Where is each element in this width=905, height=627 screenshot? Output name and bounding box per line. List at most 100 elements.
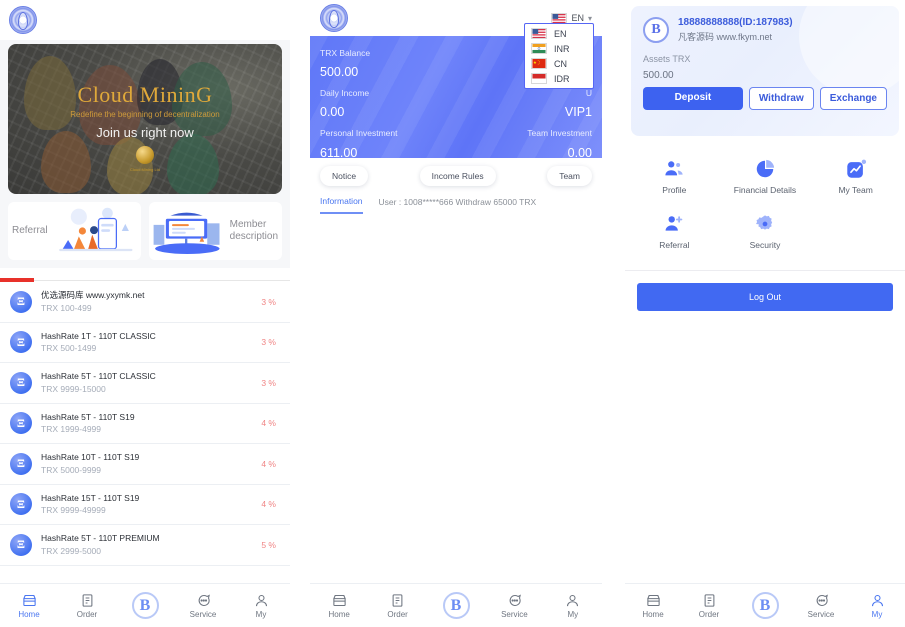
nav-center[interactable]: B xyxy=(737,592,793,619)
account-card: B 18888888888(ID:187983) 凡客源码 www.fkym.n… xyxy=(631,6,899,136)
team-investment-value: 0.00 xyxy=(567,145,592,158)
profile-screen: B 18888888888(ID:187983) 凡客源码 www.fkym.n… xyxy=(625,0,905,627)
language-selector[interactable]: EN ▾ xyxy=(551,12,592,24)
shop-icon xyxy=(22,594,36,606)
banner-footer-text: Cloud Mining Ltd xyxy=(129,167,161,172)
nav-order[interactable]: Order xyxy=(368,593,426,619)
promo-banner[interactable]: Cloud MininG Redefine the beginning of d… xyxy=(8,44,282,194)
nav-service[interactable]: Service xyxy=(793,593,849,619)
nav-center[interactable]: B xyxy=(116,592,174,619)
product-list-item[interactable]: Ξ HashRate 1T - 110T CLASSIC TRX 500-1499 3… xyxy=(0,323,290,363)
referral-card[interactable]: Referral xyxy=(8,202,141,260)
product-title: HashRate 10T - 110T S19 xyxy=(41,452,140,462)
nav-home-label: Home xyxy=(642,609,664,619)
assets-value: 500.00 xyxy=(643,69,674,81)
language-option-en[interactable]: EN xyxy=(525,26,593,41)
member-description-card-label: Member description xyxy=(229,218,278,243)
chat-icon xyxy=(816,594,828,606)
member-description-illustration-icon xyxy=(149,202,226,260)
language-option-inr[interactable]: INR xyxy=(525,41,593,56)
language-option-label: CN xyxy=(554,58,567,69)
banner-subtitle: Redefine the beginning of decentralizati… xyxy=(70,110,220,119)
account-identity: B 18888888888(ID:187983) 凡客源码 www.fkym.n… xyxy=(643,16,887,44)
china-flag-icon xyxy=(531,58,547,69)
product-coin-icon: Ξ xyxy=(10,290,32,313)
quick-links-row: Referral Member description xyxy=(0,194,290,268)
language-option-cn[interactable]: CN xyxy=(525,56,593,71)
dashboard-header: EN ▾ EN INR CN IDR xyxy=(310,0,602,89)
product-rate: 4 % xyxy=(261,458,276,469)
pill-team[interactable]: Team xyxy=(547,166,592,186)
nav-order-label: Order xyxy=(76,609,98,619)
bitcoin-icon: B xyxy=(442,592,470,619)
bitcoin-icon: B xyxy=(131,592,159,619)
product-list-item[interactable]: Ξ HashRate 5T - 110T CLASSIC TRX 9999-1500… xyxy=(0,363,290,404)
pill-notice[interactable]: Notice xyxy=(320,166,369,186)
tab-information[interactable]: Information xyxy=(320,196,363,214)
product-rate: 5 % xyxy=(261,539,276,550)
trend-chart-icon xyxy=(846,159,866,178)
bottom-nav-profile: Home Order B Service My xyxy=(625,583,905,627)
nav-my[interactable]: My xyxy=(232,593,290,619)
profile-menu-referral[interactable]: Referral xyxy=(629,205,720,260)
product-rate: 4 % xyxy=(261,418,276,429)
banner-cta-text: Join us right now xyxy=(96,125,194,140)
nav-order-label: Order xyxy=(698,609,720,619)
profile-menu-profile[interactable]: Profile xyxy=(629,150,720,205)
nav-order[interactable]: Order xyxy=(681,593,737,619)
product-list-item[interactable]: Ξ 优选源码库 www.yxymk.net TRX 100-499 3 % xyxy=(0,282,290,323)
profile-menu-financial-details[interactable]: Financial Details xyxy=(720,150,811,205)
product-rate: 3 % xyxy=(261,377,276,388)
language-option-idr[interactable]: IDR xyxy=(525,71,593,86)
account-site: 凡客源码 www.fkym.net xyxy=(678,31,773,42)
product-list-item[interactable]: Ξ HashRate 15T - 110T S19 TRX 9999-49999 4 … xyxy=(0,485,290,525)
nav-home[interactable]: Home xyxy=(625,593,681,619)
personal-investment-label: Personal Investment xyxy=(320,128,398,139)
nav-my[interactable]: My xyxy=(544,593,602,619)
vip-level-badge: VIP1 xyxy=(564,105,592,120)
exchange-button[interactable]: Exchange xyxy=(819,86,887,110)
team-investment-label: Team Investment xyxy=(527,128,592,139)
member-description-card[interactable]: Member description xyxy=(149,202,282,260)
profile-menu-my-team[interactable]: My Team xyxy=(810,150,901,205)
product-title: 优选源码库 www.yxymk.net xyxy=(41,290,145,300)
product-range: TRX 9999-49999 xyxy=(41,505,106,516)
nav-home[interactable]: Home xyxy=(310,593,368,619)
nav-service[interactable]: Service xyxy=(174,593,232,619)
withdraw-button[interactable]: Withdraw xyxy=(748,86,814,110)
nav-home[interactable]: Home xyxy=(0,593,58,619)
nav-my-label: My xyxy=(567,609,579,619)
banner-container: Cloud MininG Redefine the beginning of d… xyxy=(0,40,290,194)
nav-service[interactable]: Service xyxy=(485,593,543,619)
nav-my[interactable]: My xyxy=(849,593,905,619)
profile-menu-security[interactable]: Security xyxy=(720,205,811,260)
assets-label: Assets TRX xyxy=(643,53,691,64)
pill-income-rules[interactable]: Income Rules xyxy=(419,166,496,186)
language-option-label: EN xyxy=(554,28,567,39)
product-range: TRX 1999-4999 xyxy=(41,424,102,435)
product-list-item[interactable]: Ξ HashRate 10T - 110T S19 TRX 5000-9999 4 % xyxy=(0,444,290,485)
nav-center[interactable]: B xyxy=(427,592,485,619)
deposit-button[interactable]: Deposit xyxy=(643,86,743,110)
language-dropdown-menu[interactable]: EN INR CN IDR xyxy=(524,23,594,89)
nav-order[interactable]: Order xyxy=(58,593,116,619)
clipboard-icon xyxy=(704,593,714,607)
profile-menu-grid: Profile Financial Details My Team Referral S… xyxy=(625,136,905,270)
banner-title: Cloud MininG xyxy=(77,82,213,107)
pie-chart-icon xyxy=(756,159,775,177)
logout-button[interactable]: Log Out xyxy=(637,282,893,311)
product-coin-icon: Ξ xyxy=(10,371,32,394)
gear-icon xyxy=(756,214,773,230)
profile-menu-label: Profile xyxy=(662,184,687,195)
home-screen: Cloud MininG Redefine the beginning of d… xyxy=(0,0,290,627)
bottom-nav-dashboard: Home Order B Service My xyxy=(310,583,602,627)
product-rate: 4 % xyxy=(261,499,276,510)
indonesia-flag-icon xyxy=(531,73,547,84)
product-rate: 3 % xyxy=(261,296,276,307)
profile-menu-label: Financial Details xyxy=(733,184,797,195)
daily-income-value: 0.00 xyxy=(320,105,345,120)
product-list-item[interactable]: Ξ HashRate 5T - 110T PREMIUM TRX 2999-5000… xyxy=(0,525,290,566)
person-icon xyxy=(567,594,579,606)
product-list-item[interactable]: Ξ HashRate 5T - 110T S19 TRX 1999-4999 4 % xyxy=(0,404,290,444)
nav-my-label: My xyxy=(871,609,883,619)
